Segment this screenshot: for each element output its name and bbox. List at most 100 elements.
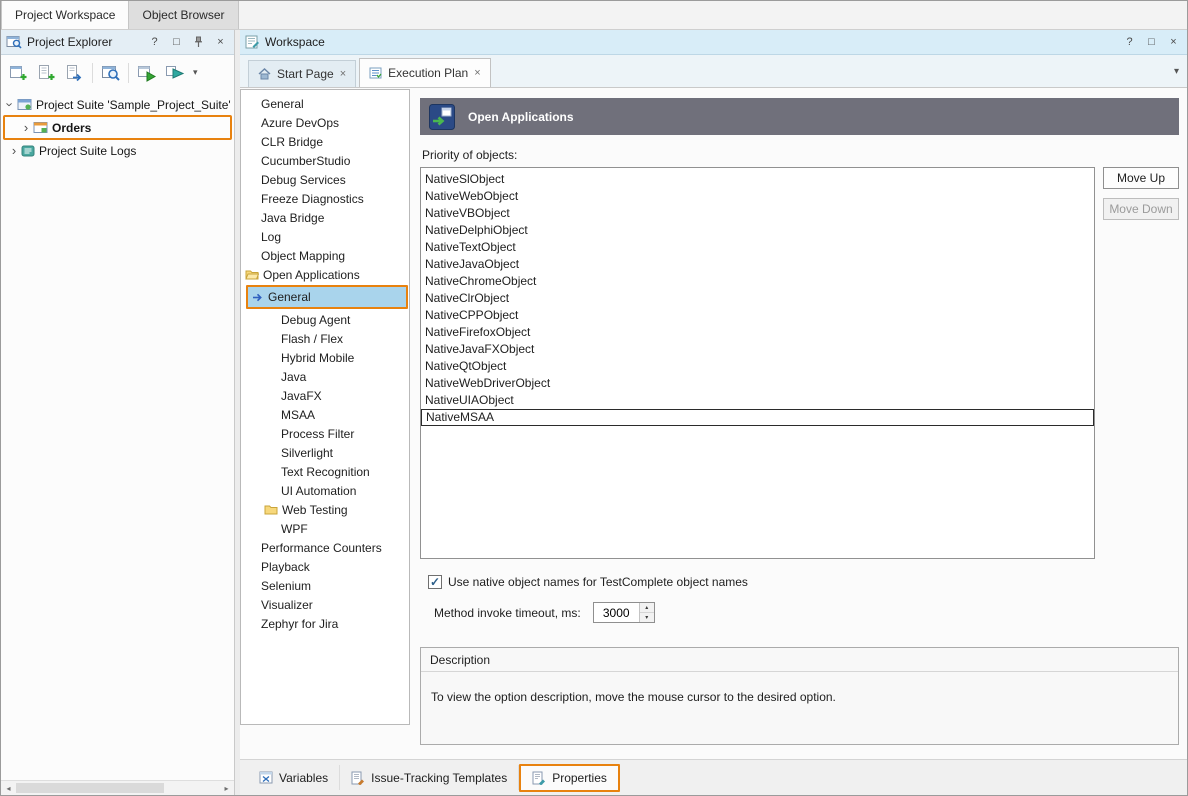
nav-item-process-filter[interactable]: Process Filter bbox=[241, 424, 409, 443]
nav-item-silverlight[interactable]: Silverlight bbox=[241, 443, 409, 462]
native-names-checkbox[interactable]: ✓ bbox=[428, 575, 442, 589]
nav-item-web-testing[interactable]: Web Testing bbox=[241, 500, 409, 519]
priority-item[interactable]: NativeChromeObject bbox=[421, 273, 1094, 290]
float-window-icon[interactable]: □ bbox=[168, 34, 185, 51]
folder-icon bbox=[264, 504, 278, 515]
find-object-icon[interactable] bbox=[97, 59, 124, 86]
nav-item-visualizer[interactable]: Visualizer bbox=[241, 595, 409, 614]
nav-item-text-recognition[interactable]: Text Recognition bbox=[241, 462, 409, 481]
run-options-dropdown-icon[interactable]: ▾ bbox=[189, 67, 202, 78]
nav-item-log[interactable]: Log bbox=[241, 227, 409, 246]
scrollbar-thumb[interactable] bbox=[16, 783, 164, 793]
execution-plan-content: General Azure DevOps CLR Bridge Cucumber… bbox=[240, 88, 1187, 759]
run-project-suite-icon[interactable] bbox=[133, 59, 160, 86]
scroll-left-icon[interactable]: ◂ bbox=[1, 781, 16, 795]
settings-nav: General Azure DevOps CLR Bridge Cucumber… bbox=[240, 89, 410, 725]
nav-item-label: Hybrid Mobile bbox=[281, 351, 354, 365]
tab-start-page[interactable]: Start Page × bbox=[248, 60, 356, 87]
nav-item-freeze-diagnostics[interactable]: Freeze Diagnostics bbox=[241, 189, 409, 208]
nav-item-open-apps-general[interactable]: General bbox=[248, 287, 406, 307]
tab-execution-plan[interactable]: Execution Plan × bbox=[359, 58, 491, 87]
priority-item[interactable]: NativeUIAObject bbox=[421, 392, 1094, 409]
nav-item-clr-bridge[interactable]: CLR Bridge bbox=[241, 132, 409, 151]
close-tab-icon[interactable]: × bbox=[340, 68, 346, 80]
add-existing-item-icon[interactable] bbox=[61, 59, 88, 86]
nav-item-java-bridge[interactable]: Java Bridge bbox=[241, 208, 409, 227]
priority-item[interactable]: NativeJavaFXObject bbox=[421, 341, 1094, 358]
nav-item-azure-devops[interactable]: Azure DevOps bbox=[241, 113, 409, 132]
nav-item-msaa[interactable]: MSAA bbox=[241, 405, 409, 424]
help-icon[interactable]: ? bbox=[1121, 34, 1138, 51]
move-down-button[interactable]: Move Down bbox=[1103, 198, 1179, 220]
priority-item[interactable]: NativeWebObject bbox=[421, 188, 1094, 205]
auto-hide-pin-icon[interactable] bbox=[190, 34, 207, 51]
spin-down-icon[interactable]: ▾ bbox=[640, 613, 654, 622]
nav-item-playback[interactable]: Playback bbox=[241, 557, 409, 576]
description-title: Description bbox=[421, 648, 1178, 672]
timeout-input[interactable] bbox=[594, 603, 639, 622]
nav-item-cucumberstudio[interactable]: CucumberStudio bbox=[241, 151, 409, 170]
tab-label: Project Workspace bbox=[15, 8, 115, 22]
priority-item[interactable]: NativeWebDriverObject bbox=[421, 375, 1094, 392]
priority-item[interactable]: NativeSlObject bbox=[421, 171, 1094, 188]
testcomplete-window: Project Workspace Object Browser Project… bbox=[0, 0, 1188, 796]
priority-item-selected[interactable]: NativeMSAA bbox=[421, 409, 1094, 426]
nav-item-general-root[interactable]: General bbox=[241, 94, 409, 113]
tab-label: Variables bbox=[279, 771, 328, 785]
main-tab-strip: Project Workspace Object Browser bbox=[1, 1, 1187, 30]
tab-issue-tracking-templates[interactable]: Issue-Tracking Templates bbox=[340, 765, 519, 790]
add-project-suite-item-icon[interactable] bbox=[5, 59, 32, 86]
priority-item[interactable]: NativeJavaObject bbox=[421, 256, 1094, 273]
float-window-icon[interactable]: □ bbox=[1143, 34, 1160, 51]
priority-item[interactable]: NativeFirefoxObject bbox=[421, 324, 1094, 341]
scroll-right-icon[interactable]: ▸ bbox=[219, 781, 234, 795]
run-project-icon[interactable] bbox=[161, 59, 188, 86]
workspace-icon bbox=[245, 35, 260, 49]
priority-item[interactable]: NativeVBObject bbox=[421, 205, 1094, 222]
nav-item-label: Process Filter bbox=[281, 427, 354, 441]
tree-item-project-suite-logs[interactable]: › Project Suite Logs bbox=[1, 140, 234, 161]
tab-object-browser[interactable]: Object Browser bbox=[129, 1, 238, 29]
nav-item-performance-counters[interactable]: Performance Counters bbox=[241, 538, 409, 557]
expand-chevron-icon[interactable]: › bbox=[7, 144, 21, 157]
nav-item-java[interactable]: Java bbox=[241, 367, 409, 386]
tab-project-workspace[interactable]: Project Workspace bbox=[1, 1, 129, 29]
horizontal-scrollbar[interactable]: ◂ ▸ bbox=[1, 780, 234, 795]
nav-item-object-mapping[interactable]: Object Mapping bbox=[241, 246, 409, 265]
nav-item-debug-agent[interactable]: Debug Agent bbox=[241, 310, 409, 329]
nav-item-javafx[interactable]: JavaFX bbox=[241, 386, 409, 405]
priority-item[interactable]: NativeQtObject bbox=[421, 358, 1094, 375]
add-project-item-icon[interactable] bbox=[33, 59, 60, 86]
priority-item[interactable]: NativeCPPObject bbox=[421, 307, 1094, 324]
expand-chevron-icon[interactable]: › bbox=[19, 121, 33, 134]
priority-item[interactable]: NativeTextObject bbox=[421, 239, 1094, 256]
spin-up-icon[interactable]: ▴ bbox=[640, 603, 654, 613]
project-suite-logs-icon bbox=[21, 145, 35, 157]
close-icon[interactable]: × bbox=[212, 34, 229, 51]
nav-item-ui-automation[interactable]: UI Automation bbox=[241, 481, 409, 500]
close-icon[interactable]: × bbox=[1165, 34, 1182, 51]
nav-item-label: Debug Agent bbox=[281, 313, 350, 327]
priority-listbox[interactable]: NativeSlObject NativeWebObject NativeVBO… bbox=[420, 167, 1095, 559]
scrollbar-track[interactable] bbox=[16, 781, 219, 795]
tab-label: Object Browser bbox=[142, 8, 224, 22]
priority-item[interactable]: NativeClrObject bbox=[421, 290, 1094, 307]
nav-item-open-applications[interactable]: Open Applications bbox=[241, 265, 409, 284]
tree-item-project-suite[interactable]: › Project Suite 'Sample_Project_Suite' (… bbox=[1, 94, 234, 115]
move-up-button[interactable]: Move Up bbox=[1103, 167, 1179, 189]
tutorial-highlight-orders[interactable]: › Orders bbox=[3, 115, 232, 140]
nav-item-debug-services[interactable]: Debug Services bbox=[241, 170, 409, 189]
tab-properties[interactable]: Properties bbox=[519, 764, 620, 792]
collapse-chevron-icon[interactable]: › bbox=[4, 98, 17, 112]
tab-list-dropdown-icon[interactable]: ▾ bbox=[1174, 66, 1179, 77]
toolbar-separator bbox=[92, 63, 93, 83]
help-icon[interactable]: ? bbox=[146, 34, 163, 51]
nav-item-hybrid-mobile[interactable]: Hybrid Mobile bbox=[241, 348, 409, 367]
priority-item[interactable]: NativeDelphiObject bbox=[421, 222, 1094, 239]
nav-item-selenium[interactable]: Selenium bbox=[241, 576, 409, 595]
nav-item-flash-flex[interactable]: Flash / Flex bbox=[241, 329, 409, 348]
nav-item-wpf[interactable]: WPF bbox=[241, 519, 409, 538]
nav-item-zephyr-for-jira[interactable]: Zephyr for Jira bbox=[241, 614, 409, 633]
close-tab-icon[interactable]: × bbox=[474, 67, 480, 79]
tab-variables[interactable]: Variables bbox=[248, 765, 340, 790]
